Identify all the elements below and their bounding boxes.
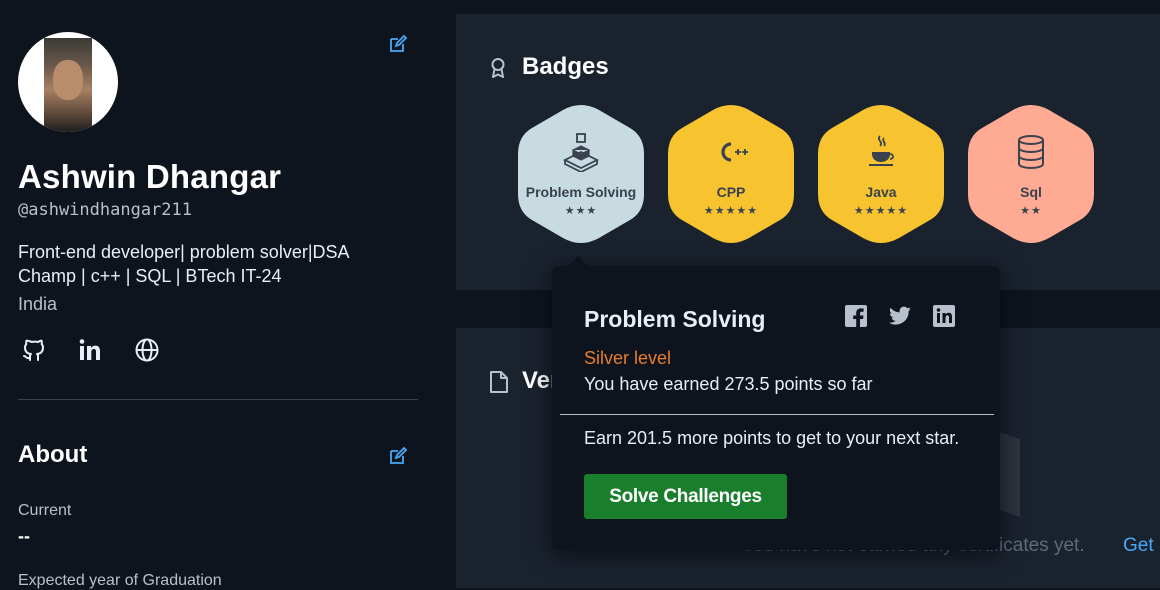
badges-title: Badges [522,53,609,80]
badge-label: Sql [1020,184,1042,200]
badge-stars: ★★ [1020,205,1042,217]
profile-sidebar: Ashwin Dhangar @ashwindhangar211 Front-e… [0,0,456,589]
badge-label: Java [865,184,897,200]
avatar-face [53,60,83,100]
twitter-icon[interactable] [888,304,912,328]
cube-stack-icon [518,132,644,177]
current-label: Current [18,502,72,519]
about-title: About [18,441,88,468]
badge-stars: ★★★★★ [853,205,909,217]
badge-problem-solving[interactable]: Problem Solving ★★★ [518,104,644,244]
badge-label: Problem Solving [525,184,637,200]
edit-about-icon[interactable] [388,446,408,466]
cpp-icon [668,132,794,177]
badge-sql[interactable]: Sql ★★ [968,104,1094,244]
popover-divider [560,414,994,415]
badge-label: CPP [716,184,746,200]
globe-icon[interactable] [134,337,160,363]
linkedin-icon[interactable] [932,304,956,328]
database-icon [968,132,1094,177]
badge-stars: ★★★ [564,205,598,217]
linkedin-icon[interactable] [77,337,103,363]
profile-country: India [18,294,58,314]
popover-level: Silver level [584,348,672,368]
badge-ribbon-icon [491,58,505,78]
badge-popover: Problem Solving Silver level You have ea… [552,256,1000,550]
solve-challenges-button[interactable]: Solve Challenges [584,474,787,519]
popover-arrow [568,256,588,266]
popover-title: Problem Solving [584,306,766,332]
popover-next-star: Earn 201.5 more points to get to your ne… [584,428,960,448]
java-cup-icon [818,132,944,177]
get-certified-link[interactable]: Get [1123,535,1154,557]
badge-cpp[interactable]: CPP ★★★★★ [668,104,794,244]
sidebar-divider [18,399,418,400]
facebook-icon[interactable] [844,304,868,328]
current-value: -- [18,526,30,546]
badge-java[interactable]: Java ★★★★★ [818,104,944,244]
profile-name: Ashwin Dhangar [18,158,282,195]
edit-profile-icon[interactable] [388,34,408,54]
profile-handle: @ashwindhangar211 [18,200,192,220]
graduation-year-label: Expected year of Graduation [18,572,222,589]
profile-bio: Front-end developer| problem solver|DSA … [18,242,349,286]
badge-stars: ★★★★★ [703,205,759,217]
github-icon[interactable] [21,337,47,363]
document-icon [490,371,508,393]
avatar[interactable] [18,32,118,132]
popover-points: You have earned 273.5 points so far [584,374,873,394]
